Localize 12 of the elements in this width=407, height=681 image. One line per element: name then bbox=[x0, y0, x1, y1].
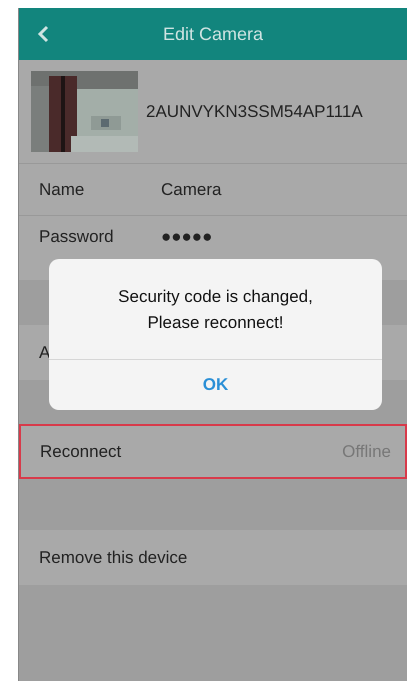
back-icon[interactable] bbox=[37, 25, 49, 43]
field-label: Password bbox=[39, 226, 115, 248]
camera-id: 2AUNVYKN3SSM54AP111A bbox=[146, 100, 363, 123]
settings-row[interactable]: Remove this device bbox=[19, 530, 407, 585]
field-value[interactable]: Camera bbox=[161, 176, 222, 202]
row-label: Remove this device bbox=[39, 546, 188, 569]
field-label: Name bbox=[39, 178, 86, 201]
alert-message: Security code is changed, Please reconnect! bbox=[117, 286, 314, 334]
field-value[interactable]: ●●●●● bbox=[161, 224, 212, 250]
screen-title: Edit Camera bbox=[162, 22, 264, 46]
row-label: Reconnect bbox=[40, 440, 122, 463]
row-label: A bbox=[39, 342, 50, 364]
